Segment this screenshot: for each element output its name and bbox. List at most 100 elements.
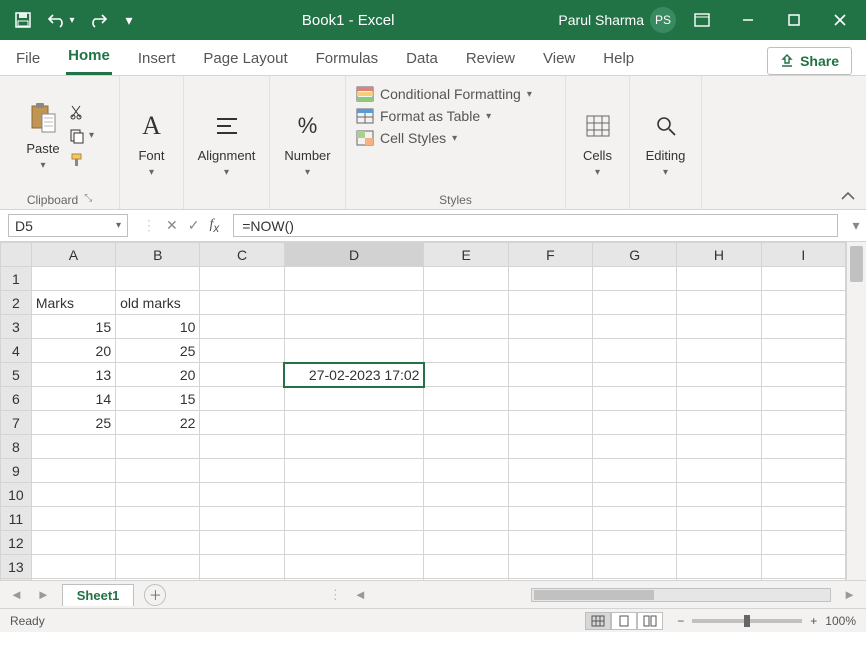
- row-header-13[interactable]: 13: [1, 555, 32, 579]
- share-button[interactable]: Share: [767, 47, 852, 75]
- column-header-A[interactable]: A: [31, 243, 115, 267]
- cell-A2[interactable]: Marks: [31, 291, 115, 315]
- row-header-11[interactable]: 11: [1, 507, 32, 531]
- cell-H8[interactable]: [677, 435, 761, 459]
- paste-button[interactable]: Paste ▾: [25, 101, 61, 171]
- cell-C12[interactable]: [200, 531, 284, 555]
- tab-help[interactable]: Help: [601, 44, 636, 75]
- tab-view[interactable]: View: [541, 44, 577, 75]
- editing-button[interactable]: Editing ▾: [646, 108, 686, 178]
- tab-formulas[interactable]: Formulas: [314, 44, 381, 75]
- sheet-nav-next-icon[interactable]: ►: [35, 587, 52, 602]
- hscroll-left-icon[interactable]: ◄: [352, 587, 369, 602]
- horizontal-scrollbar-thumb[interactable]: [534, 590, 654, 600]
- cell-I14[interactable]: [761, 579, 845, 581]
- cell-I12[interactable]: [761, 531, 845, 555]
- cell-I11[interactable]: [761, 507, 845, 531]
- cell-E8[interactable]: [424, 435, 508, 459]
- tab-insert[interactable]: Insert: [136, 44, 178, 75]
- alignment-button[interactable]: Alignment ▾: [198, 108, 256, 178]
- cell-H6[interactable]: [677, 387, 761, 411]
- expand-formula-bar-icon[interactable]: ▾: [846, 210, 866, 241]
- cell-D4[interactable]: [284, 339, 424, 363]
- cell-G2[interactable]: [593, 291, 677, 315]
- zoom-out-button[interactable]: −: [677, 614, 684, 628]
- ribbon-display-options-icon[interactable]: [682, 4, 722, 36]
- row-header-14[interactable]: 14: [1, 579, 32, 581]
- format-as-table-button[interactable]: Format as Table▾: [356, 108, 555, 124]
- cell-A8[interactable]: [31, 435, 115, 459]
- maximize-icon[interactable]: [774, 4, 814, 36]
- cell-I3[interactable]: [761, 315, 845, 339]
- cell-C11[interactable]: [200, 507, 284, 531]
- cell-D3[interactable]: [284, 315, 424, 339]
- column-header-D[interactable]: D: [284, 243, 424, 267]
- cell-B13[interactable]: [116, 555, 200, 579]
- row-header-8[interactable]: 8: [1, 435, 32, 459]
- cell-I2[interactable]: [761, 291, 845, 315]
- cell-G4[interactable]: [593, 339, 677, 363]
- cell-E5[interactable]: [424, 363, 508, 387]
- cell-E2[interactable]: [424, 291, 508, 315]
- collapse-ribbon-icon[interactable]: [830, 76, 866, 209]
- cell-E13[interactable]: [424, 555, 508, 579]
- tab-file[interactable]: File: [14, 44, 42, 75]
- cell-B11[interactable]: [116, 507, 200, 531]
- cell-A9[interactable]: [31, 459, 115, 483]
- cell-B3[interactable]: 10: [116, 315, 200, 339]
- cell-C9[interactable]: [200, 459, 284, 483]
- cell-B2[interactable]: old marks: [116, 291, 200, 315]
- cell-A5[interactable]: 13: [31, 363, 115, 387]
- cell-D2[interactable]: [284, 291, 424, 315]
- row-header-4[interactable]: 4: [1, 339, 32, 363]
- cell-G10[interactable]: [593, 483, 677, 507]
- cell-D11[interactable]: [284, 507, 424, 531]
- cell-H13[interactable]: [677, 555, 761, 579]
- view-page-layout-icon[interactable]: [611, 612, 637, 630]
- cell-C1[interactable]: [200, 267, 284, 291]
- cell-A7[interactable]: 25: [31, 411, 115, 435]
- column-header-I[interactable]: I: [761, 243, 845, 267]
- row-header-9[interactable]: 9: [1, 459, 32, 483]
- cell-A6[interactable]: 14: [31, 387, 115, 411]
- zoom-slider[interactable]: [692, 619, 802, 623]
- column-header-E[interactable]: E: [424, 243, 508, 267]
- row-header-1[interactable]: 1: [1, 267, 32, 291]
- tab-data[interactable]: Data: [404, 44, 440, 75]
- cell-H4[interactable]: [677, 339, 761, 363]
- row-header-2[interactable]: 2: [1, 291, 32, 315]
- cell-A10[interactable]: [31, 483, 115, 507]
- cell-E9[interactable]: [424, 459, 508, 483]
- cell-I7[interactable]: [761, 411, 845, 435]
- cell-G6[interactable]: [593, 387, 677, 411]
- vertical-scrollbar[interactable]: [846, 242, 866, 580]
- cell-F2[interactable]: [508, 291, 592, 315]
- cell-F13[interactable]: [508, 555, 592, 579]
- cell-G7[interactable]: [593, 411, 677, 435]
- cell-I6[interactable]: [761, 387, 845, 411]
- cell-C6[interactable]: [200, 387, 284, 411]
- cell-E4[interactable]: [424, 339, 508, 363]
- cell-E12[interactable]: [424, 531, 508, 555]
- cell-E6[interactable]: [424, 387, 508, 411]
- cell-G3[interactable]: [593, 315, 677, 339]
- view-normal-icon[interactable]: [585, 612, 611, 630]
- cell-C7[interactable]: [200, 411, 284, 435]
- copy-button[interactable]: ▾: [69, 128, 94, 144]
- redo-icon[interactable]: [82, 4, 116, 36]
- cell-A3[interactable]: 15: [31, 315, 115, 339]
- cell-H9[interactable]: [677, 459, 761, 483]
- cell-D10[interactable]: [284, 483, 424, 507]
- cell-C14[interactable]: [200, 579, 284, 581]
- cell-D8[interactable]: [284, 435, 424, 459]
- cell-C3[interactable]: [200, 315, 284, 339]
- cell-D5[interactable]: 27-02-2023 17:02: [284, 363, 424, 387]
- cell-F4[interactable]: [508, 339, 592, 363]
- sheet-table[interactable]: ABCDEFGHI 12Marksold marks31510420255132…: [0, 242, 846, 580]
- column-header-F[interactable]: F: [508, 243, 592, 267]
- qat-customize-icon[interactable]: ▾: [120, 4, 138, 36]
- cell-I10[interactable]: [761, 483, 845, 507]
- dialog-launcher-icon[interactable]: ⤡: [84, 193, 92, 204]
- cell-B5[interactable]: 20: [116, 363, 200, 387]
- cell-B10[interactable]: [116, 483, 200, 507]
